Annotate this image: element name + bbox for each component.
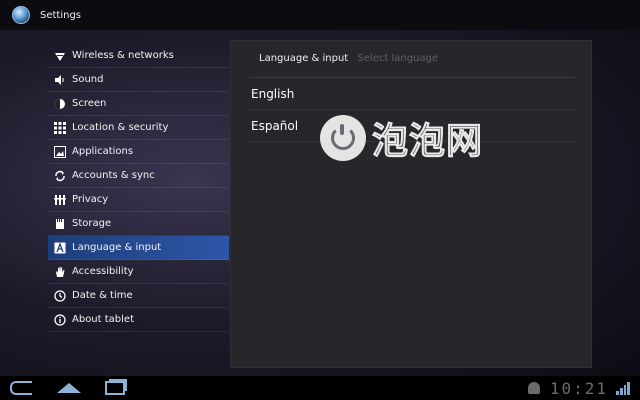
menu-item-about-tablet[interactable]: About tablet [48,308,229,332]
brightness-icon [54,98,66,110]
settings-app-icon [12,6,30,24]
android-icon [527,382,540,394]
menu-item-label: Privacy [72,194,109,205]
privacy-icon [54,194,66,206]
recent-apps-button[interactable] [102,379,128,397]
menu-item-privacy[interactable]: Privacy [48,188,229,212]
clock-icon [54,289,66,302]
menu-item-date-time[interactable]: Date & time [48,284,229,308]
panel-subtitle: Select language [357,53,439,64]
menu-item-label: Screen [72,98,107,109]
menu-item-accounts-sync[interactable]: Accounts & sync [48,164,229,188]
watermark: 泡泡网 [320,112,535,164]
title-bar: Settings [0,0,640,30]
menu-item-label: About tablet [72,314,134,325]
recent-apps-icon [105,381,125,395]
hand-icon [54,266,66,278]
app-title: Settings [40,9,82,21]
panel-title: Language & input [259,53,349,64]
panel-header: Language & input Select language [259,53,438,64]
home-button[interactable] [56,379,82,397]
clock-time: 10:21 [549,378,608,398]
menu-item-accessibility[interactable]: Accessibility [48,260,229,284]
menu-item-sound[interactable]: Sound [48,68,229,92]
grid-lock-icon [54,121,66,134]
menu-item-storage[interactable]: Storage [48,212,229,236]
menu-item-label: Language & input [72,242,162,253]
language-panel: Language & input Select language English… [230,40,592,368]
menu-item-label: Date & time [72,290,133,301]
menu-item-label: Accessibility [72,266,134,277]
info-icon [54,313,66,326]
status-area[interactable]: 10:21 [527,376,630,400]
menu-item-applications[interactable]: Applications [48,140,229,164]
menu-item-label: Storage [72,218,112,229]
menu-item-label: Applications [72,146,134,157]
signal-icon [616,381,630,395]
back-button[interactable] [8,379,34,397]
watermark-text: 泡泡网 [371,121,484,163]
menu-item-label: Location & security [72,122,169,133]
menu-item-label: Accounts & sync [72,170,155,181]
language-option-english[interactable]: English [251,87,294,101]
storage-icon [54,218,66,230]
menu-item-label: Sound [72,74,104,85]
wifi-icon [54,50,66,62]
speaker-icon [54,74,66,86]
system-bar: 10:21 [0,376,640,400]
back-icon [10,381,32,395]
menu-item-wireless[interactable]: Wireless & networks [48,44,229,68]
divider [249,77,575,78]
menu-item-screen[interactable]: Screen [48,92,229,116]
menu-item-label: Wireless & networks [72,50,174,61]
watermark-logo [320,115,366,161]
sync-icon [54,170,66,182]
apps-icon [54,145,66,158]
power-icon [331,124,355,150]
divider [249,109,575,110]
menu-item-language-input[interactable]: Language & input [48,236,229,260]
menu-item-location-security[interactable]: Location & security [48,116,229,140]
language-icon [54,241,66,254]
language-option-espanol[interactable]: Español [251,119,298,133]
home-icon [57,383,81,393]
settings-menu: Wireless & networks Sound Screen Locatio… [48,44,229,332]
